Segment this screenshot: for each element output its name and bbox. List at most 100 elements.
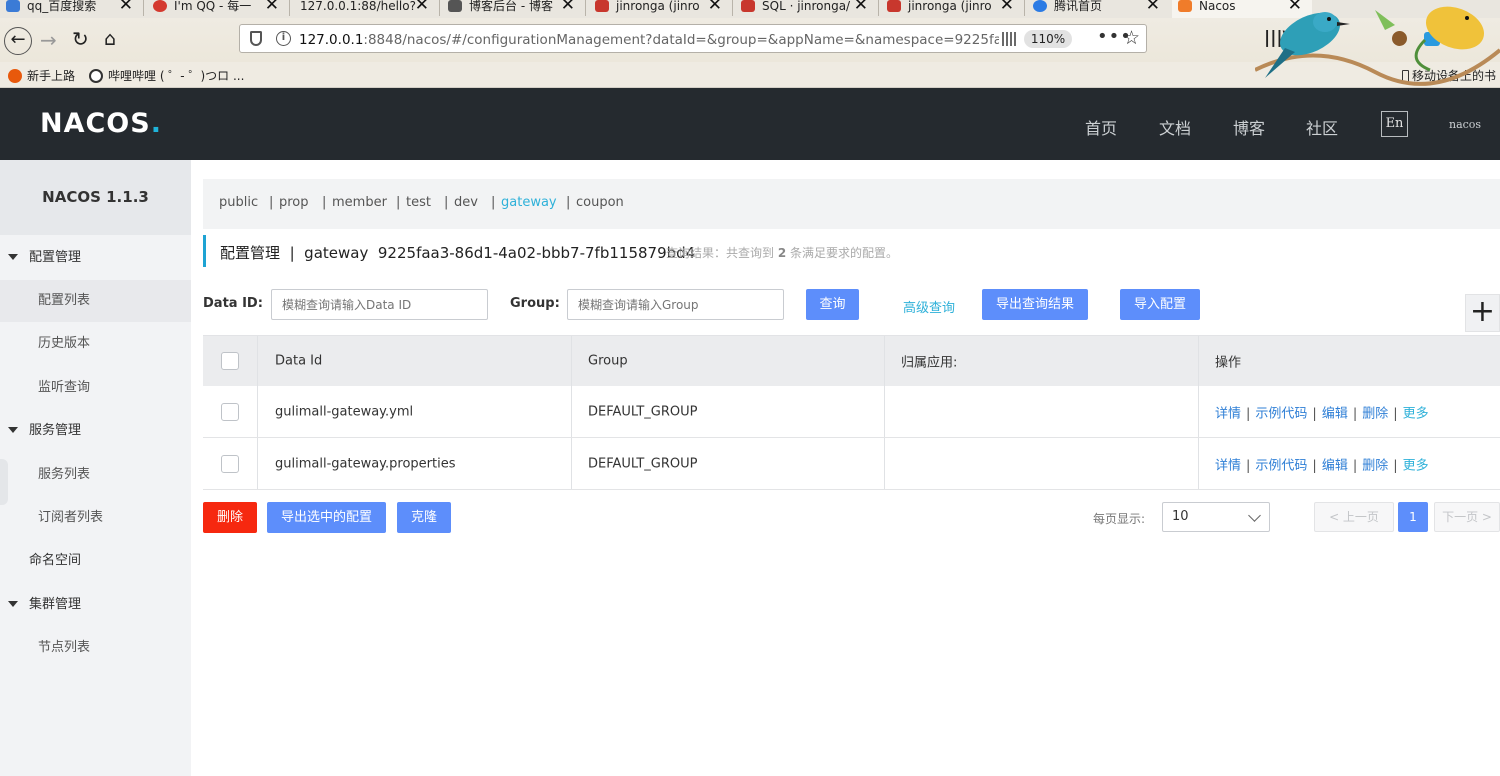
sidebar-item-history[interactable]: 历史版本 xyxy=(0,323,191,365)
tab-close-icon[interactable]: ✕ xyxy=(119,0,133,14)
extension-icon[interactable] xyxy=(1424,32,1440,46)
sidebar-group-service[interactable]: 服务管理 xyxy=(0,410,191,452)
home-icon[interactable]: ⌂ xyxy=(104,28,116,50)
tab-title: 腾讯首页 xyxy=(1054,0,1103,13)
sidebar-collapse-handle[interactable] xyxy=(0,459,8,505)
search-button[interactable]: 查询 xyxy=(806,289,859,320)
tab-close-icon[interactable]: ✕ xyxy=(561,0,575,14)
url-text[interactable]: 127.0.0.1:8848/nacos/#/configurationMana… xyxy=(299,32,999,48)
namespace-tab-dev[interactable]: dev xyxy=(454,195,478,210)
qr-code-icon[interactable] xyxy=(1002,32,1016,46)
namespace-tab-gateway[interactable]: gateway xyxy=(501,195,557,210)
bulk-delete-button[interactable]: 删除 xyxy=(203,502,257,533)
tab-close-icon[interactable]: ✕ xyxy=(1000,0,1014,14)
group-text: DEFAULT_GROUP xyxy=(588,404,698,419)
user-menu[interactable]: nacos xyxy=(1449,118,1481,131)
sidebar-group-config[interactable]: 配置管理 xyxy=(0,237,191,279)
browser-tab[interactable]: jinronga (jinro ✕ xyxy=(881,0,1024,18)
browser-tab[interactable]: jinronga (jinro ✕ xyxy=(589,0,732,18)
delete-link[interactable]: 删除 xyxy=(1362,406,1388,421)
dataid-search-input[interactable] xyxy=(271,289,488,320)
namespace-tab-member[interactable]: member xyxy=(332,195,387,210)
sidebar-group-cluster[interactable]: 集群管理 xyxy=(0,584,191,626)
address-bar[interactable]: i 127.0.0.1:8848/nacos/#/configurationMa… xyxy=(239,24,1147,53)
mobile-bookmarks[interactable]: 移动设备上的书 xyxy=(1402,67,1496,84)
export-results-button[interactable]: 导出查询结果 xyxy=(982,289,1088,320)
tab-close-icon[interactable]: ✕ xyxy=(854,0,868,14)
language-toggle-button[interactable]: En xyxy=(1381,111,1408,137)
page-number-current[interactable]: 1 xyxy=(1398,502,1428,532)
edit-link[interactable]: 编辑 xyxy=(1322,458,1348,473)
sidebar-item-subscribers[interactable]: 订阅者列表 xyxy=(0,497,191,539)
tab-title: SQL · jinronga/ xyxy=(762,0,851,13)
globe-icon xyxy=(89,69,103,83)
sidebar-item-listener-query[interactable]: 监听查询 xyxy=(0,367,191,409)
clone-button[interactable]: 克隆 xyxy=(397,502,451,533)
advanced-search-link[interactable]: 高级查询 xyxy=(903,297,955,316)
row-checkbox[interactable] xyxy=(221,402,239,421)
sidebar-item-config-list[interactable]: 配置列表 xyxy=(0,280,191,322)
reload-icon[interactable]: ↻ xyxy=(72,28,89,50)
nav-blog[interactable]: 博客 xyxy=(1233,115,1265,139)
tab-close-icon[interactable]: ✕ xyxy=(708,0,722,14)
tab-close-icon[interactable]: ✕ xyxy=(265,0,279,14)
browser-tab[interactable]: SQL · jinronga/ ✕ xyxy=(735,0,878,18)
page-size-select[interactable]: 10 xyxy=(1162,502,1270,532)
details-link[interactable]: 详情 xyxy=(1215,458,1241,473)
sample-code-link[interactable]: 示例代码 xyxy=(1255,406,1307,421)
nacos-logo[interactable]: NACOS. xyxy=(40,108,162,139)
tab-close-icon[interactable]: ✕ xyxy=(415,0,429,14)
browser-tab[interactable]: 127.0.0.1:88/hello? ✕ xyxy=(292,0,439,18)
title-namespace-id: 9225faa3-86d1-4a02-bbb7-7fb115879bd4 xyxy=(377,244,696,262)
select-all-checkbox[interactable] xyxy=(221,352,239,370)
grid-menu-icon[interactable]: ▦ xyxy=(1465,30,1479,47)
add-config-button[interactable]: + xyxy=(1465,294,1500,332)
browser-tab[interactable]: I'm QQ - 每一 ✕ xyxy=(147,0,289,18)
tab-close-icon[interactable]: ✕ xyxy=(1146,0,1160,14)
sidebar-item-namespace[interactable]: 命名空间 xyxy=(0,540,191,582)
bookmark-item[interactable]: 新手上路 xyxy=(8,67,75,84)
bookmark-item[interactable]: 哔哩哔哩 ( ゜- ゜)つロ ... xyxy=(89,67,244,84)
more-link[interactable]: 更多 xyxy=(1403,458,1429,473)
table-header-row: Data Id Group 归属应用: 操作 xyxy=(203,335,1500,386)
more-link[interactable]: 更多 xyxy=(1403,406,1429,421)
bookmark-star-icon[interactable]: ☆ xyxy=(1123,27,1140,49)
info-icon[interactable]: i xyxy=(276,31,291,46)
forward-icon[interactable]: → xyxy=(40,29,57,51)
group-search-input[interactable] xyxy=(567,289,784,320)
tab-close-icon[interactable]: ✕ xyxy=(1288,0,1302,14)
sample-code-link[interactable]: 示例代码 xyxy=(1255,458,1307,473)
next-page-button[interactable]: 下一页 > xyxy=(1434,502,1500,532)
tab-title: jinronga (jinro xyxy=(616,0,700,13)
nav-docs[interactable]: 文档 xyxy=(1159,115,1191,139)
sidebar-toggle-icon[interactable] xyxy=(1296,32,1312,46)
prev-page-button[interactable]: < 上一页 xyxy=(1314,502,1394,532)
edit-link[interactable]: 编辑 xyxy=(1322,406,1348,421)
shield-icon[interactable] xyxy=(250,31,262,46)
browser-tab-bar: qq_百度搜索 ✕ I'm QQ - 每一 ✕ 127.0.0.1:88/hel… xyxy=(0,0,1500,18)
chevron-down-icon xyxy=(1248,509,1261,522)
namespace-tab-prop[interactable]: prop xyxy=(279,195,309,210)
sidebar-item-node-list[interactable]: 节点列表 xyxy=(0,627,191,669)
namespace-tab-test[interactable]: test xyxy=(406,195,431,210)
sidebar-item-service-list[interactable]: 服务列表 xyxy=(0,454,191,496)
caret-down-icon xyxy=(8,427,18,433)
extension-icon[interactable] xyxy=(1392,31,1407,46)
import-config-button[interactable]: 导入配置 xyxy=(1120,289,1200,320)
browser-tab[interactable]: 腾讯首页 ✕ xyxy=(1027,0,1170,18)
namespace-tab-public[interactable]: public xyxy=(219,195,258,210)
library-icon[interactable]: |||\ xyxy=(1264,30,1289,47)
browser-tab-active[interactable]: Nacos ✕ xyxy=(1172,0,1312,18)
browser-tab[interactable]: 博客后台 - 博客 ✕ xyxy=(442,0,585,18)
back-icon[interactable]: ← xyxy=(4,27,32,55)
row-checkbox[interactable] xyxy=(221,454,239,473)
nav-home[interactable]: 首页 xyxy=(1085,115,1117,139)
browser-tab[interactable]: qq_百度搜索 ✕ xyxy=(0,0,143,18)
zoom-level[interactable]: 110% xyxy=(1024,30,1072,48)
action-separator: | xyxy=(1352,406,1358,421)
delete-link[interactable]: 删除 xyxy=(1362,458,1388,473)
nav-community[interactable]: 社区 xyxy=(1306,115,1338,139)
export-selected-button[interactable]: 导出选中的配置 xyxy=(267,502,386,533)
namespace-tab-coupon[interactable]: coupon xyxy=(576,195,624,210)
details-link[interactable]: 详情 xyxy=(1215,406,1241,421)
